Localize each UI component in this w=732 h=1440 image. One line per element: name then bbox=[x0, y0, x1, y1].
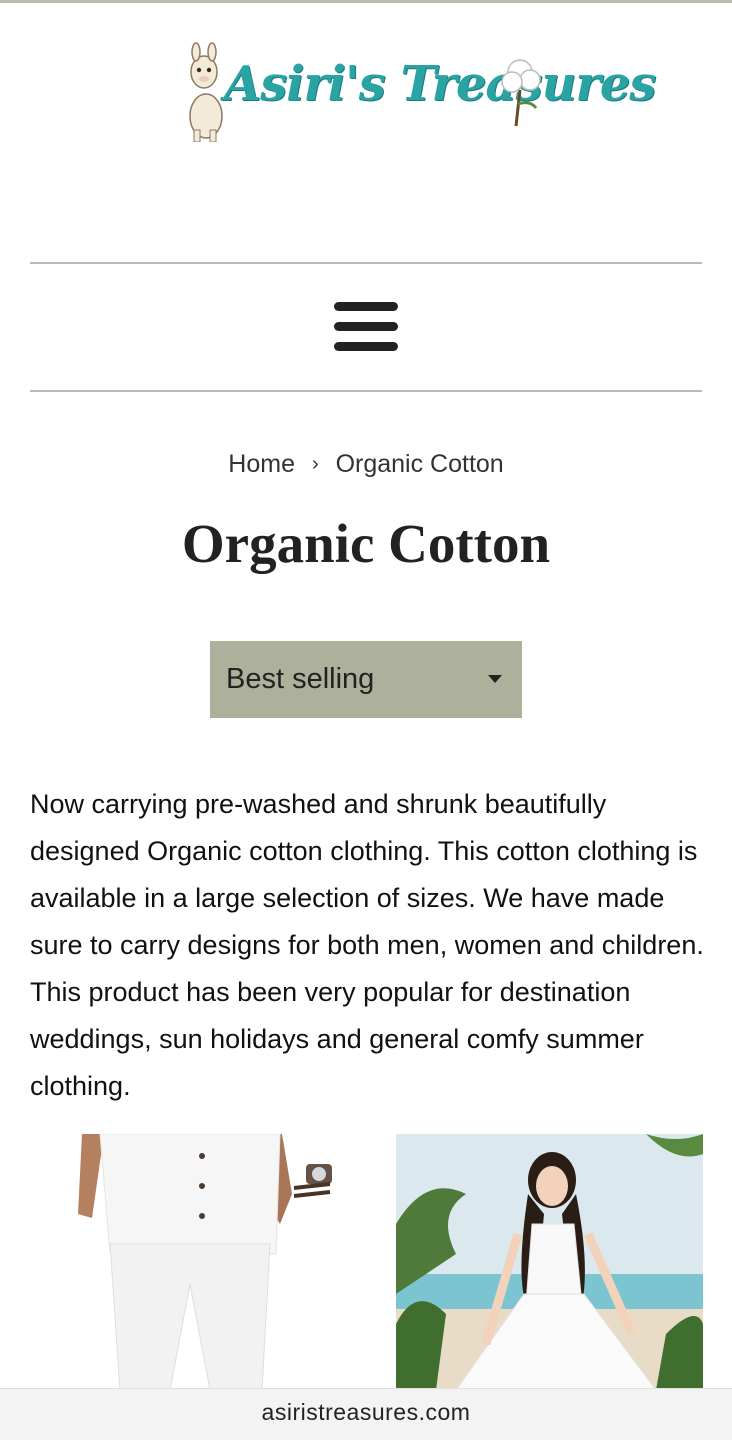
breadcrumb-separator: › bbox=[311, 453, 319, 475]
product-photo bbox=[30, 1134, 337, 1390]
menu-button[interactable] bbox=[332, 300, 400, 356]
page-title: Organic Cotton bbox=[181, 513, 551, 574]
sort-by-select[interactable]: Best selling bbox=[210, 641, 522, 718]
product-photo bbox=[396, 1134, 703, 1390]
dropdown-arrow-icon bbox=[488, 675, 502, 683]
breadcrumb: Home › Organic Cotton bbox=[0, 450, 732, 479]
breadcrumb-home-link[interactable]: Home bbox=[228, 450, 295, 478]
nav-top-divider bbox=[30, 262, 702, 264]
nav-bottom-divider bbox=[30, 390, 702, 392]
llama-icon bbox=[189, 42, 223, 142]
hamburger-menu-icon bbox=[334, 302, 398, 311]
product-image-mens-white-outfit[interactable] bbox=[30, 1134, 337, 1390]
collection-description: Now carrying pre-washed and shrunk beaut… bbox=[30, 789, 704, 1101]
sort-selected-value: Best selling bbox=[226, 663, 375, 695]
site-logo[interactable]: Asiri's Treasures bbox=[180, 30, 656, 148]
cotton-flower-icon bbox=[501, 59, 541, 127]
browser-address-bar[interactable]: asiristreasures.com bbox=[0, 1388, 732, 1440]
top-border bbox=[0, 0, 732, 3]
breadcrumb-current: Organic Cotton bbox=[335, 450, 504, 478]
product-image-womens-white-dress[interactable] bbox=[396, 1134, 703, 1390]
browser-url: asiristreasures.com bbox=[261, 1399, 471, 1425]
